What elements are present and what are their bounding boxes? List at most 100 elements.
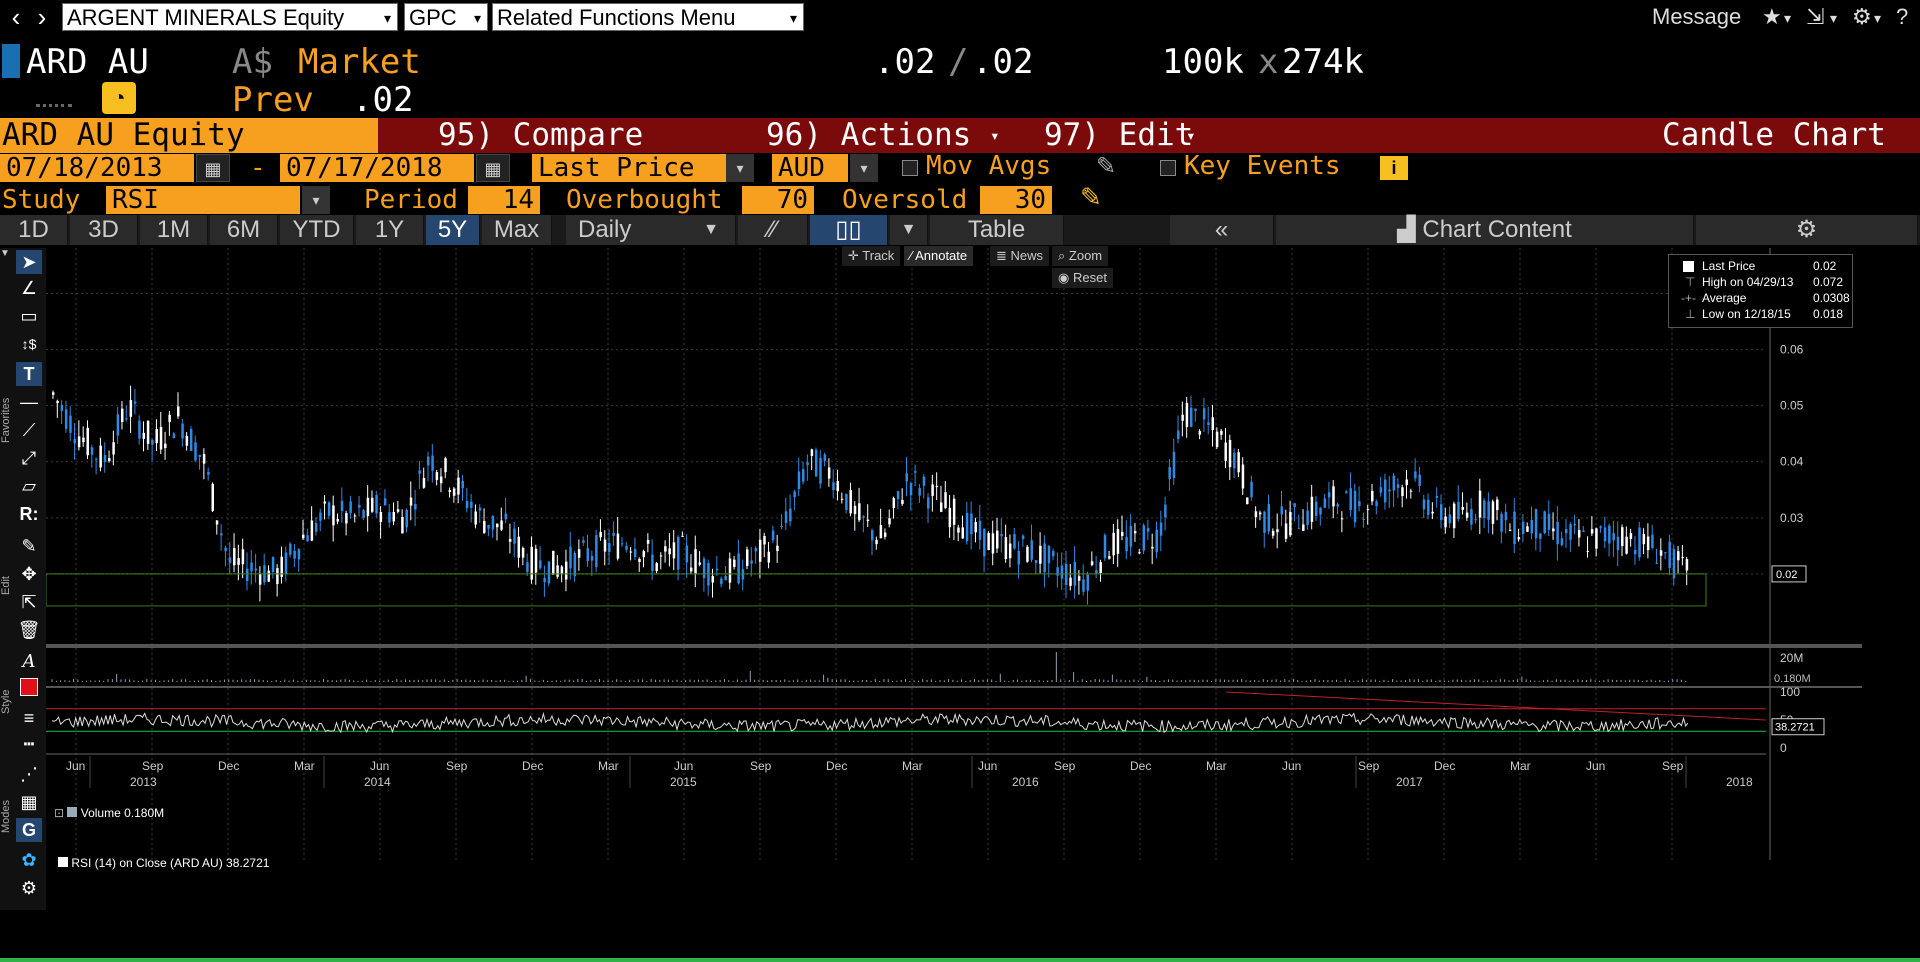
actions-button[interactable]: 96) Actions	[766, 118, 971, 153]
star-icon[interactable]: ★	[1762, 4, 1782, 30]
message-button[interactable]: Message	[1652, 4, 1741, 30]
oversold-field[interactable]: 30	[980, 186, 1052, 214]
reset-button[interactable]: ◉ Reset	[1052, 268, 1113, 288]
trash-icon[interactable]: 🗑	[16, 618, 42, 642]
palette-icon[interactable]: ✿	[16, 848, 42, 872]
dotted-line-tool-icon[interactable]: ⋰	[16, 762, 42, 786]
price-marker-tool-icon[interactable]: ↕$	[16, 332, 42, 356]
grid-mode-icon[interactable]: ▦	[16, 790, 42, 814]
annotate-button[interactable]: ⁄ Annotate	[904, 246, 974, 266]
news-button[interactable]: ≣ News	[990, 246, 1050, 266]
candle-chart-icon[interactable]: ▯▯	[810, 215, 888, 245]
tab-1m[interactable]: 1M	[140, 215, 208, 245]
price-field-select[interactable]: Last Price	[532, 154, 726, 182]
overbought-field[interactable]: 70	[742, 186, 814, 214]
toolbar-settings-gear-icon[interactable]: ⚙	[16, 876, 42, 900]
chevron-down-icon[interactable]: ▾	[302, 186, 330, 214]
export-dropdown-icon[interactable]: ▾	[1830, 10, 1837, 27]
candle-body	[616, 533, 620, 559]
gear-dropdown-icon[interactable]: ▾	[1874, 10, 1881, 27]
candle-body	[504, 513, 508, 520]
start-date-field[interactable]: 07/18/2013	[0, 154, 194, 182]
currency-select[interactable]: AUD	[772, 154, 848, 182]
candle-body	[1250, 481, 1253, 498]
frequency-select[interactable]: Daily ▼	[566, 215, 736, 245]
select-tool-icon[interactable]: ⇱	[16, 590, 42, 614]
rectangle-tool-icon[interactable]: ▭	[16, 304, 42, 328]
candle-body	[1379, 487, 1383, 493]
gear-icon[interactable]: ⚙	[1852, 4, 1872, 30]
color-tool-icon[interactable]	[16, 678, 42, 702]
tab-3d[interactable]: 3D	[70, 215, 138, 245]
frequency-label: Daily	[578, 216, 632, 243]
font-tool-icon[interactable]: A	[16, 650, 42, 674]
tab-6m[interactable]: 6M	[210, 215, 278, 245]
pencil-tool-icon[interactable]: ✎	[16, 534, 42, 558]
security-select[interactable]: ARGENT MINERALS Equity ▾	[62, 3, 398, 31]
table-button[interactable]: Table	[930, 215, 1064, 245]
move-tool-icon[interactable]: ✥	[16, 562, 42, 586]
calendar-icon[interactable]: ▦	[196, 154, 230, 182]
toolbar-collapse-icon[interactable]: ▼	[0, 248, 14, 264]
magnifier-icon: ⌕	[1058, 248, 1069, 263]
crosshair-mode-icon[interactable]: G	[16, 818, 42, 842]
key-events-checkbox[interactable]	[1160, 160, 1176, 176]
compare-button[interactable]: 95) Compare	[438, 118, 643, 153]
horizontal-line-tool-icon[interactable]: —	[16, 390, 42, 414]
tab-5y[interactable]: 5Y	[426, 215, 480, 245]
chart-content-button[interactable]: ▟ Chart Content	[1276, 215, 1694, 245]
legend-box[interactable]: Last Price 0.02 ⊤ High on 04/29/13 0.072…	[1668, 254, 1853, 328]
candle-body	[1470, 509, 1473, 525]
star-dropdown-icon[interactable]: ▾	[1784, 10, 1791, 27]
study-select[interactable]: RSI	[106, 186, 300, 214]
period-field[interactable]: 14	[468, 186, 540, 214]
pointer-tool-icon[interactable]: ➤	[16, 250, 42, 274]
tab-max[interactable]: Max	[482, 215, 552, 245]
month-tick-label: Jun	[674, 759, 693, 773]
candle-body	[284, 552, 288, 575]
date-range-dash: -	[250, 153, 266, 183]
chevron-down-icon[interactable]: ▾	[726, 154, 754, 182]
calendar-icon[interactable]: ▦	[476, 154, 510, 182]
pencil-icon[interactable]: ✎	[1096, 152, 1116, 181]
trend-line-tool-icon[interactable]: ⟋	[16, 418, 42, 442]
pencil-edit-icon[interactable]: ✎	[1080, 182, 1102, 213]
related-functions-menu[interactable]: Related Functions Menu ▾	[492, 3, 804, 31]
channel-tool-icon[interactable]: ▱	[16, 474, 42, 498]
tab-ytd[interactable]: YTD	[280, 215, 354, 245]
line-style-tool-icon[interactable]: ┅	[16, 732, 42, 756]
tab-1d[interactable]: 1D	[0, 215, 68, 245]
ray-tool-icon[interactable]: ⤢	[16, 446, 42, 470]
volume-legend[interactable]: ⊡ Volume 0.180M	[54, 806, 164, 820]
mov-avgs-checkbox[interactable]	[902, 160, 918, 176]
function-select[interactable]: GPC ▾	[404, 3, 488, 31]
forward-arrow-icon[interactable]: ›	[30, 4, 54, 30]
tab-1y[interactable]: 1Y	[356, 215, 424, 245]
price-chart[interactable]: 0.070.060.050.040.030.02JunSepDecMarJunS…	[46, 248, 1862, 910]
export-icon[interactable]: ⇲	[1806, 4, 1824, 30]
line-tool-icon[interactable]: ∠	[16, 276, 42, 300]
retracement-tool-icon[interactable]: R:	[16, 502, 42, 526]
text-tool-icon[interactable]: T	[16, 362, 42, 386]
chevron-down-icon[interactable]: ▾	[850, 154, 878, 182]
edit-button[interactable]: 97) Edit	[1044, 118, 1193, 153]
info-icon[interactable]: i	[1380, 156, 1408, 180]
back-arrow-icon[interactable]: ‹	[4, 4, 28, 30]
candle-body	[836, 481, 840, 492]
line-weight-tool-icon[interactable]: ≡	[16, 706, 42, 730]
collapse-button[interactable]: «	[1170, 215, 1274, 245]
end-date-field[interactable]: 07/17/2018	[280, 154, 474, 182]
candle-body	[620, 543, 624, 545]
track-button[interactable]: ✛ Track	[842, 246, 901, 266]
help-icon[interactable]: ?	[1896, 4, 1908, 30]
zoom-button[interactable]: ⌕ Zoom	[1052, 246, 1109, 266]
candle-body	[177, 406, 180, 417]
settings-gear-icon[interactable]: ⚙	[1696, 215, 1918, 245]
actions-dropdown-icon[interactable]: ▾	[990, 118, 1000, 153]
edit-dropdown-icon[interactable]: ▾	[1186, 118, 1196, 153]
speedometer-icon[interactable]: ◔	[102, 82, 136, 114]
chart-type-dropdown-icon[interactable]: ▼	[890, 215, 928, 245]
equity-label[interactable]: ARD AU Equity	[0, 118, 378, 153]
line-chart-icon[interactable]: ⁄⁄	[738, 215, 808, 245]
rsi-legend[interactable]: RSI (14) on Close (ARD AU) 38.2721	[58, 856, 269, 870]
